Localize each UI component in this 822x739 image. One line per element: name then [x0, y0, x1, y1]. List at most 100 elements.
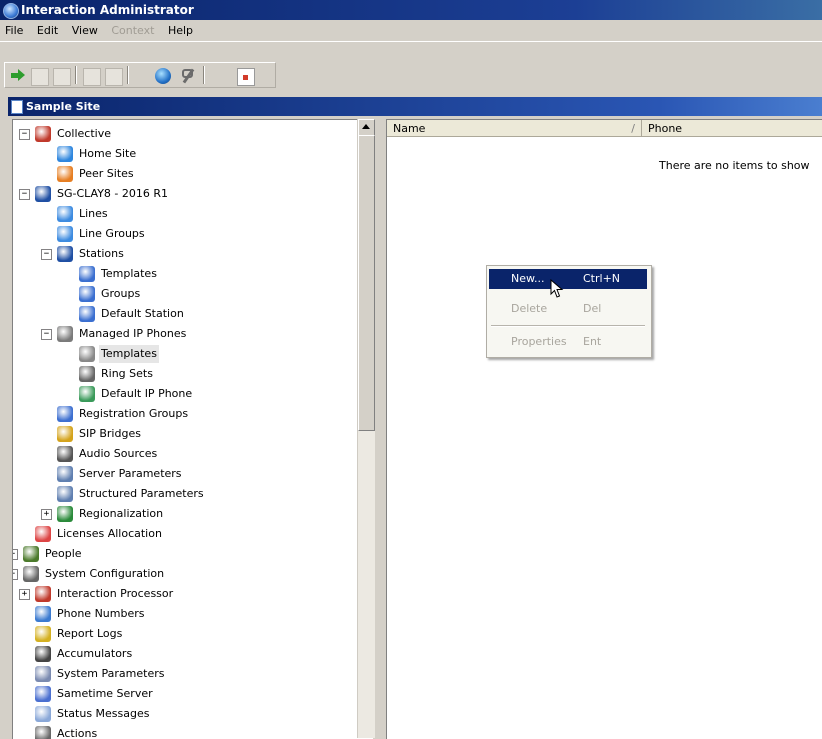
- delete-icon: [53, 68, 71, 86]
- tree-scrollbar[interactable]: [357, 119, 375, 738]
- tree-node[interactable]: − Collective: [13, 125, 363, 143]
- tree-node[interactable]: System Parameters: [13, 665, 363, 683]
- tree-node-label: Structured Parameters: [79, 487, 204, 500]
- tree-node[interactable]: Licenses Allocation: [13, 525, 363, 543]
- server-parameters-icon: [57, 466, 73, 482]
- system-config-icon: [23, 566, 39, 582]
- tree-node[interactable]: Default IP Phone: [13, 385, 363, 403]
- peer-sites-icon: [57, 166, 73, 182]
- tree-node[interactable]: Audio Sources: [13, 445, 363, 463]
- tree-node[interactable]: + Interaction Processor: [13, 585, 363, 603]
- navigation-tree[interactable]: − Collective Home Site Peer Sites − SG-CLAY8 …: [12, 119, 373, 739]
- tree-node[interactable]: Groups: [13, 285, 363, 303]
- collapse-icon[interactable]: −: [41, 249, 52, 260]
- tree-node-label: Status Messages: [57, 707, 150, 720]
- system-parameters-icon: [35, 666, 51, 682]
- column-header-name[interactable]: Name /: [387, 120, 642, 137]
- tree-node[interactable]: Accumulators: [13, 645, 363, 663]
- tree-node[interactable]: Templates: [13, 265, 363, 283]
- menu-help[interactable]: Help: [163, 21, 198, 40]
- sort-indicator-icon: /: [631, 122, 635, 135]
- phone-numbers-icon: [35, 606, 51, 622]
- tree-node-label: Phone Numbers: [57, 607, 145, 620]
- server-icon: [35, 186, 51, 202]
- collective-icon: [35, 126, 51, 142]
- tree-node[interactable]: Home Site: [13, 145, 363, 163]
- menu-view[interactable]: View: [67, 21, 103, 40]
- tree-node[interactable]: − SG-CLAY8 - 2016 R1: [13, 185, 363, 203]
- tree-node-label: Default Station: [101, 307, 184, 320]
- tree-node[interactable]: Status Messages: [13, 705, 363, 723]
- tree-node[interactable]: Line Groups: [13, 225, 363, 243]
- station-groups-icon: [79, 286, 95, 302]
- tree-node[interactable]: Registration Groups: [13, 405, 363, 423]
- menu-item-label: New...: [511, 272, 545, 285]
- structured-parameters-icon: [57, 486, 73, 502]
- tree-node[interactable]: Structured Parameters: [13, 485, 363, 503]
- window-title: Interaction Administrator: [21, 3, 194, 17]
- title-bar[interactable]: Interaction Administrator: [0, 0, 822, 20]
- collapse-icon[interactable]: −: [13, 569, 18, 580]
- context-menu: New... Ctrl+N Delete Del Properties Ent: [486, 265, 652, 358]
- menu-context: Context: [111, 24, 155, 37]
- tree-node-label: Line Groups: [79, 227, 145, 240]
- collapse-icon[interactable]: −: [19, 129, 30, 140]
- tree-node-label: Sametime Server: [57, 687, 153, 700]
- tree-node[interactable]: − Managed IP Phones: [13, 325, 363, 343]
- tree-node[interactable]: SIP Bridges: [13, 425, 363, 443]
- tree-node-label: Audio Sources: [79, 447, 158, 460]
- tree-node[interactable]: + Regionalization: [13, 505, 363, 523]
- menu-item-label: Delete: [511, 302, 548, 315]
- scroll-thumb[interactable]: [358, 135, 375, 431]
- default-phone-icon: [79, 386, 95, 402]
- menu-item-shortcut: Ent: [583, 335, 602, 348]
- tree-node[interactable]: Sametime Server: [13, 685, 363, 703]
- column-header-phone[interactable]: Phone: [642, 120, 822, 137]
- app-icon[interactable]: [3, 3, 19, 19]
- menu-file[interactable]: File: [0, 21, 28, 40]
- line-groups-icon: [57, 226, 73, 242]
- expand-icon[interactable]: +: [41, 509, 52, 520]
- menu-item-label: Properties: [511, 335, 567, 348]
- tree-node[interactable]: Lines: [13, 205, 363, 223]
- tree-node[interactable]: − Stations: [13, 245, 363, 263]
- tree-node-label: Peer Sites: [79, 167, 134, 180]
- menu-edit[interactable]: Edit: [32, 21, 63, 40]
- tree-node[interactable]: Server Parameters: [13, 465, 363, 483]
- menu-separator: [491, 325, 645, 327]
- toolbar: [0, 41, 822, 88]
- menu-bar: File Edit View Context Help: [0, 21, 822, 40]
- phone-templates-icon: [79, 346, 95, 362]
- scroll-up-button[interactable]: [358, 119, 375, 136]
- new-icon[interactable]: [9, 68, 25, 84]
- tree-node-label: Regionalization: [79, 507, 164, 520]
- tree-node[interactable]: Peer Sites: [13, 165, 363, 183]
- managed-phones-icon: [57, 326, 73, 342]
- tools-icon[interactable]: [180, 68, 196, 84]
- licenses-icon: [35, 526, 51, 542]
- collapse-icon[interactable]: −: [41, 329, 52, 340]
- expand-icon[interactable]: +: [13, 549, 18, 560]
- sip-bridges-icon: [57, 426, 73, 442]
- tree-node[interactable]: Templates: [13, 345, 363, 363]
- tree-node-label: Templates: [99, 345, 159, 363]
- context-menu-new[interactable]: New... Ctrl+N: [489, 269, 647, 289]
- item-list[interactable]: Name / Phone There are no items to show: [386, 119, 822, 739]
- report-icon[interactable]: [237, 68, 255, 86]
- collapse-icon[interactable]: −: [19, 189, 30, 200]
- lines-icon: [57, 206, 73, 222]
- tree-node[interactable]: + People: [13, 545, 363, 563]
- tree-node-label: Licenses Allocation: [57, 527, 162, 540]
- tree-node[interactable]: Phone Numbers: [13, 605, 363, 623]
- tree-node[interactable]: − System Configuration: [13, 565, 363, 583]
- tree-node[interactable]: Ring Sets: [13, 365, 363, 383]
- tree-node[interactable]: Default Station: [13, 305, 363, 323]
- tree-node-label: Registration Groups: [79, 407, 189, 420]
- tree-node[interactable]: Report Logs: [13, 625, 363, 643]
- accumulators-icon: [35, 646, 51, 662]
- tree-node-label: Managed IP Phones: [79, 327, 187, 340]
- move-icon: [31, 68, 49, 86]
- globe-icon[interactable]: [155, 68, 171, 84]
- tree-node[interactable]: Actions: [13, 725, 363, 739]
- expand-icon[interactable]: +: [19, 589, 30, 600]
